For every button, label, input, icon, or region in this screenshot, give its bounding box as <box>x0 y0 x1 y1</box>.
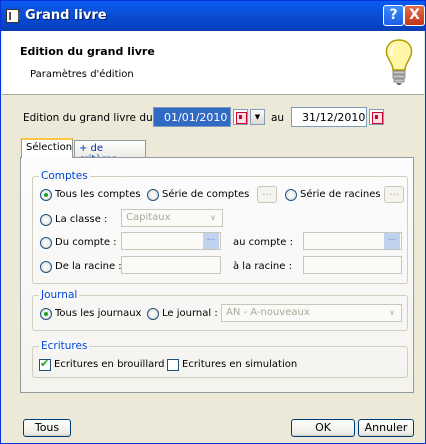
de-racine-field[interactable] <box>121 256 221 274</box>
a-racine-label: à la racine : <box>233 261 292 272</box>
journal-select[interactable]: AN - A-nouveaux ∨ <box>221 304 402 322</box>
tous-comptes-label: Tous les comptes <box>55 189 141 200</box>
book-icon <box>6 9 20 23</box>
tous-button[interactable]: Tous <box>23 419 71 437</box>
simulation-label: Ecritures en simulation <box>182 359 298 370</box>
du-compte-label: Du compte : <box>55 237 117 248</box>
classe-select[interactable]: Capitaux ∨ <box>121 209 223 227</box>
journal-value: AN - A-nouveaux <box>226 307 310 318</box>
brouillard-label: Ecritures en brouillard <box>54 359 165 370</box>
date-range-label: Edition du grand livre du : <box>23 112 160 124</box>
checkbox-brouillard[interactable] <box>39 357 51 371</box>
serie-comptes-label: Série de comptes <box>162 189 250 200</box>
du-compte-field[interactable]: ... <box>121 232 221 250</box>
window-title: Grand livre <box>25 8 107 23</box>
journal-legend: Journal <box>39 289 80 301</box>
radio-tous-journaux[interactable] <box>40 308 52 320</box>
header-subtitle: Paramètres d'édition <box>30 69 134 80</box>
date-au-label: au <box>271 112 285 124</box>
de-racine-label: De la racine : <box>55 261 122 272</box>
tab-more-criteria[interactable]: + de critères <box>74 140 146 165</box>
radio-tous-comptes[interactable] <box>40 189 52 201</box>
title-bar: Grand livre ? X <box>1 1 425 31</box>
au-compte-field[interactable]: ... <box>303 232 402 250</box>
serie-comptes-browse-button[interactable]: ... <box>257 186 277 203</box>
close-button[interactable]: X <box>404 5 425 26</box>
dialog-header: Edition du grand livre Paramètres d'édit… <box>2 31 424 95</box>
chevron-down-icon[interactable]: ▼ <box>250 109 265 125</box>
grand-livre-dialog: Grand livre ? X Edition du grand livre P… <box>0 0 426 444</box>
tous-journaux-label: Tous les journaux <box>55 308 142 319</box>
radio-serie-comptes[interactable] <box>147 189 159 201</box>
chevron-down-icon: ∨ <box>210 213 216 222</box>
radio-classe[interactable] <box>40 214 52 226</box>
cancel-button[interactable]: Annuler <box>358 419 414 437</box>
comptes-legend: Comptes <box>39 170 90 182</box>
calendar-icon[interactable] <box>369 109 384 125</box>
date-from-field[interactable]: 01/01/2010 <box>153 107 231 127</box>
au-compte-label: au compte : <box>233 237 293 248</box>
le-journal-label: Le journal : <box>162 308 218 319</box>
lightbulb-icon <box>385 39 413 85</box>
radio-serie-racines[interactable] <box>285 189 297 201</box>
classe-label: La classe : <box>55 214 108 225</box>
au-compte-browse-button[interactable]: ... <box>384 233 400 249</box>
ecritures-legend: Ecritures <box>39 340 90 352</box>
date-to-field[interactable]: 31/12/2010 <box>291 107 367 127</box>
radio-de-racine[interactable] <box>40 261 52 273</box>
calendar-icon[interactable] <box>233 109 248 125</box>
radio-le-journal[interactable] <box>147 308 159 320</box>
ok-button[interactable]: OK <box>291 419 355 437</box>
radio-du-compte[interactable] <box>40 237 52 249</box>
a-racine-field[interactable] <box>303 256 402 274</box>
help-button[interactable]: ? <box>383 5 404 26</box>
du-compte-browse-button[interactable]: ... <box>203 233 219 249</box>
header-title: Edition du grand livre <box>20 45 155 58</box>
classe-value: Capitaux <box>126 212 171 223</box>
chevron-down-icon: ∨ <box>389 308 395 317</box>
serie-racines-label: Série de racines <box>300 189 381 200</box>
tab-selection[interactable]: Sélection <box>21 138 73 158</box>
serie-racines-browse-button[interactable]: ... <box>384 186 404 203</box>
checkbox-simulation[interactable] <box>167 359 179 371</box>
